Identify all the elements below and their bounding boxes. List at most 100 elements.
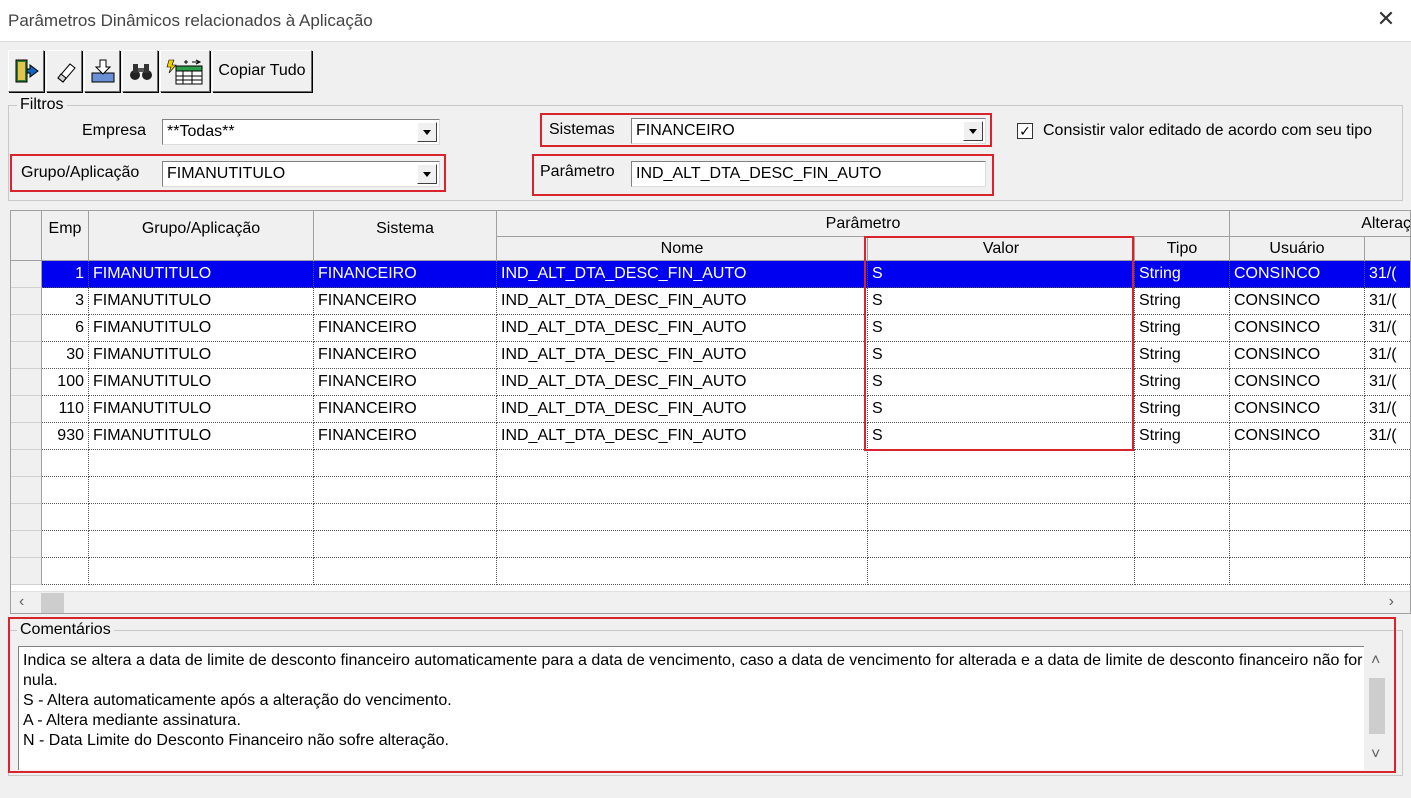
cell-usuario[interactable]: CONSINCO (1230, 396, 1365, 423)
empty-cell[interactable] (1230, 504, 1365, 531)
save-button[interactable] (84, 50, 120, 92)
empty-cell[interactable] (314, 504, 497, 531)
empty-cell[interactable] (42, 477, 89, 504)
cell-data[interactable]: 31/( (1365, 315, 1410, 342)
header-grupo[interactable]: Grupo/Aplicação (89, 211, 314, 261)
empty-cell[interactable] (1230, 558, 1365, 585)
empty-cell[interactable] (497, 504, 868, 531)
cell-nome[interactable]: IND_ALT_DTA_DESC_FIN_AUTO (497, 288, 868, 315)
cell-grupo[interactable]: FIMANUTITULO (89, 315, 314, 342)
row-indicator[interactable] (11, 342, 42, 369)
cell-data[interactable]: 31/( (1365, 423, 1410, 450)
empty-cell[interactable] (497, 531, 868, 558)
empty-cell[interactable] (1230, 450, 1365, 477)
empty-cell[interactable] (89, 531, 314, 558)
cell-usuario[interactable]: CONSINCO (1230, 261, 1365, 288)
empty-cell[interactable] (1365, 531, 1410, 558)
header-emp[interactable]: Emp (42, 211, 89, 261)
row-indicator[interactable] (11, 504, 42, 531)
cell-usuario[interactable]: CONSINCO (1230, 342, 1365, 369)
close-icon[interactable]: ✕ (1375, 8, 1397, 30)
cell-data[interactable]: 31/( (1365, 396, 1410, 423)
header-usuario[interactable]: Usuário (1230, 237, 1365, 261)
search-button[interactable] (122, 50, 158, 92)
empty-cell[interactable] (314, 450, 497, 477)
header-data[interactable] (1365, 237, 1410, 261)
empty-cell[interactable] (314, 558, 497, 585)
empty-cell[interactable] (42, 531, 89, 558)
cell-emp[interactable]: 930 (42, 423, 89, 450)
empty-cell[interactable] (1135, 477, 1230, 504)
cell-tipo[interactable]: String (1135, 396, 1230, 423)
cell-tipo[interactable]: String (1135, 261, 1230, 288)
cell-grupo[interactable]: FIMANUTITULO (89, 369, 314, 396)
cell-usuario[interactable]: CONSINCO (1230, 369, 1365, 396)
row-indicator[interactable] (11, 315, 42, 342)
empty-cell[interactable] (42, 450, 89, 477)
empty-cell[interactable] (1135, 531, 1230, 558)
chevron-left-icon[interactable]: ‹ (19, 593, 24, 611)
cell-grupo[interactable]: FIMANUTITULO (89, 423, 314, 450)
grid-config-button[interactable] (160, 50, 210, 92)
header-sistema[interactable]: Sistema (314, 211, 497, 261)
row-indicator[interactable] (11, 369, 42, 396)
cell-grupo[interactable]: FIMANUTITULO (89, 288, 314, 315)
cell-data[interactable]: 31/( (1365, 288, 1410, 315)
cell-usuario[interactable]: CONSINCO (1230, 423, 1365, 450)
row-indicator[interactable] (11, 396, 42, 423)
cell-nome[interactable]: IND_ALT_DTA_DESC_FIN_AUTO (497, 423, 868, 450)
empty-cell[interactable] (42, 558, 89, 585)
cell-sistema[interactable]: FINANCEIRO (314, 342, 497, 369)
empty-cell[interactable] (497, 450, 868, 477)
empty-cell[interactable] (1365, 450, 1410, 477)
cell-grupo[interactable]: FIMANUTITULO (89, 342, 314, 369)
empty-cell[interactable] (89, 450, 314, 477)
cell-nome[interactable]: IND_ALT_DTA_DESC_FIN_AUTO (497, 342, 868, 369)
cell-emp[interactable]: 6 (42, 315, 89, 342)
cell-emp[interactable]: 1 (42, 261, 89, 288)
copy-all-button[interactable]: Copiar Tudo (212, 50, 312, 92)
cell-nome[interactable]: IND_ALT_DTA_DESC_FIN_AUTO (497, 315, 868, 342)
parameters-grid[interactable]: Emp Grupo/Aplicação Sistema Parâmetro Al… (10, 210, 1411, 614)
empty-cell[interactable] (868, 450, 1135, 477)
horizontal-scrollbar[interactable]: ‹ › (11, 591, 1410, 613)
empty-cell[interactable] (868, 477, 1135, 504)
exit-button[interactable] (8, 50, 44, 92)
chevron-down-icon[interactable] (417, 122, 437, 142)
empty-cell[interactable] (89, 558, 314, 585)
cell-tipo[interactable]: String (1135, 315, 1230, 342)
empty-cell[interactable] (89, 477, 314, 504)
consistir-checkbox[interactable]: ✓ (1017, 123, 1033, 139)
empty-cell[interactable] (497, 477, 868, 504)
cell-sistema[interactable]: FINANCEIRO (314, 396, 497, 423)
cell-tipo[interactable]: String (1135, 423, 1230, 450)
empty-cell[interactable] (89, 504, 314, 531)
empty-cell[interactable] (314, 531, 497, 558)
empty-cell[interactable] (1365, 504, 1410, 531)
cell-grupo[interactable]: FIMANUTITULO (89, 396, 314, 423)
cell-sistema[interactable]: FINANCEIRO (314, 261, 497, 288)
empty-cell[interactable] (868, 504, 1135, 531)
cell-nome[interactable]: IND_ALT_DTA_DESC_FIN_AUTO (497, 261, 868, 288)
cell-sistema[interactable]: FINANCEIRO (314, 315, 497, 342)
cell-emp[interactable]: 3 (42, 288, 89, 315)
chevron-down-icon[interactable] (963, 121, 983, 141)
row-indicator[interactable] (11, 558, 42, 585)
cell-emp[interactable]: 30 (42, 342, 89, 369)
empty-cell[interactable] (1365, 558, 1410, 585)
cell-tipo[interactable]: String (1135, 288, 1230, 315)
cell-data[interactable]: 31/( (1365, 369, 1410, 396)
row-indicator[interactable] (11, 477, 42, 504)
empresa-select[interactable]: **Todas** (162, 119, 440, 145)
row-indicator[interactable] (11, 531, 42, 558)
cell-tipo[interactable]: String (1135, 342, 1230, 369)
cell-data[interactable]: 31/( (1365, 261, 1410, 288)
header-tipo[interactable]: Tipo (1135, 237, 1230, 261)
chevron-down-icon[interactable] (417, 164, 437, 184)
cell-usuario[interactable]: CONSINCO (1230, 288, 1365, 315)
cell-sistema[interactable]: FINANCEIRO (314, 288, 497, 315)
eraser-button[interactable] (46, 50, 82, 92)
row-indicator[interactable] (11, 450, 42, 477)
empty-cell[interactable] (1230, 477, 1365, 504)
cell-data[interactable]: 31/( (1365, 342, 1410, 369)
